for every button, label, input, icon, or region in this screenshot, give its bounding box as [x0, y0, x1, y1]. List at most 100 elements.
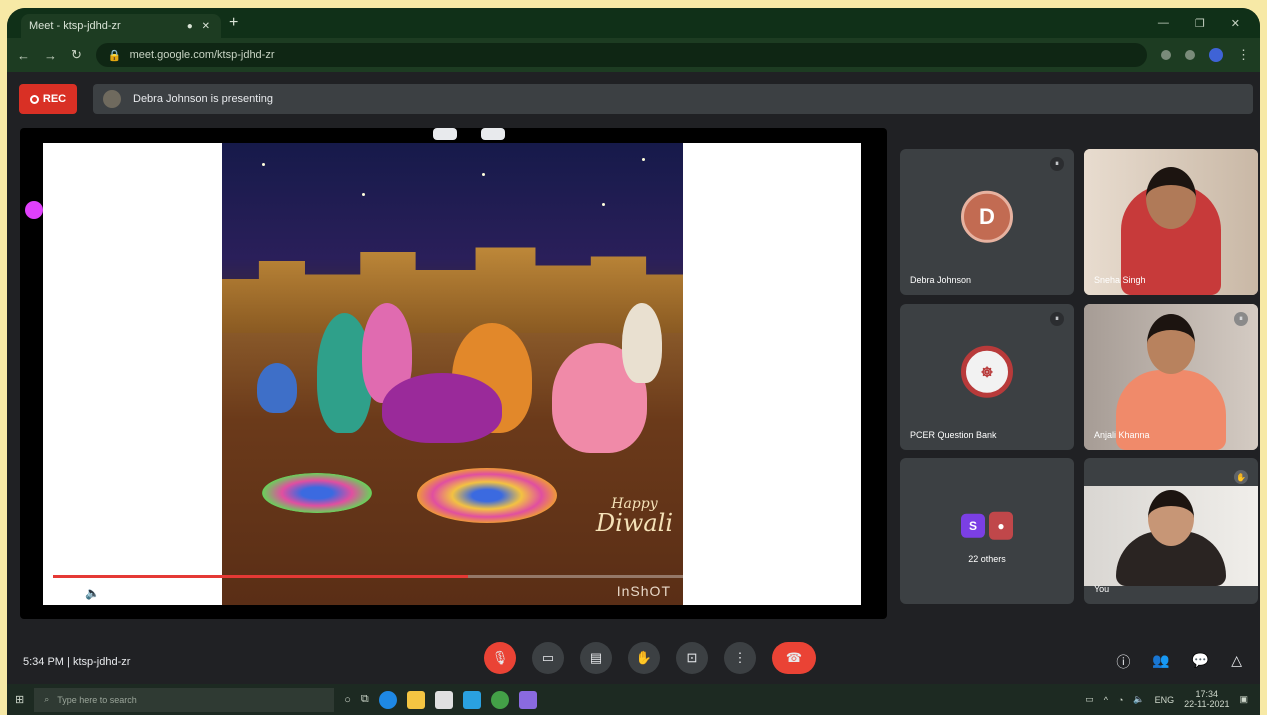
greeting-text: Happy Diwali	[596, 497, 673, 535]
windows-taskbar: ⊞ ⌕ Type here to search ○ ⧉ ▭ ^ ◔ 🔈 ENG …	[7, 684, 1260, 715]
close-icon[interactable]: ✕	[1231, 17, 1240, 30]
presenter-avatar	[103, 90, 121, 108]
menu-icon[interactable]: ⋮	[1237, 47, 1250, 63]
present-button[interactable]: ⊡	[676, 642, 708, 674]
camera-feed	[1084, 304, 1258, 450]
present-icon: ⊡	[686, 650, 698, 665]
participant-name: 22 others	[968, 554, 1006, 564]
file-explorer-icon[interactable]	[406, 690, 425, 709]
mic-off-icon: ⏸	[1050, 312, 1064, 326]
child-figure	[257, 363, 297, 413]
raise-hand-icon: ✋	[1234, 470, 1248, 484]
stage-top-icons	[433, 128, 505, 140]
leave-call-button[interactable]: ☎	[772, 642, 816, 674]
participant-name: Anjali Khanna	[1094, 430, 1150, 440]
browser-toolbar: ← → ↻ 🔒 meet.google.com/ktsp-jdhd-zr ⋮	[7, 38, 1260, 72]
back-icon[interactable]: ←	[17, 48, 30, 63]
video-controls-right: ▭ ⚙ ⛶	[801, 587, 849, 600]
video-controls-left: ❚❚ 🔈	[55, 586, 100, 600]
screen-frame: Meet - ktsp-jdhd-zr ● ✕ + — ❐ ✕ ← → ↻ 🔒 …	[7, 8, 1260, 715]
chrome-icon[interactable]	[490, 690, 509, 709]
hand-icon: ✋	[635, 650, 653, 665]
recording-badge: REC	[19, 84, 77, 114]
mic-off-icon: ⏸	[1234, 312, 1248, 326]
video-player[interactable]: Happy Diwali InShOT ❚❚ 🔈 ▭ ⚙ ⛶	[43, 143, 861, 605]
skirt-shape	[382, 373, 502, 443]
clock-date: 22-11-2021	[1184, 698, 1230, 709]
taskbar-clock[interactable]: 17:34 22-11-2021	[1184, 689, 1230, 710]
taskbar-search[interactable]: ⌕ Type here to search	[34, 687, 335, 712]
more-options-button[interactable]: ⋮	[724, 642, 756, 674]
info-icon[interactable]: ⓘ	[1116, 652, 1130, 672]
participant-tile[interactable]: ⏸ D Debra Johnson	[900, 149, 1074, 295]
others-photo: ●	[989, 511, 1013, 540]
meeting-info: 5:34 PM | ktsp-jdhd-zr	[23, 656, 130, 668]
language-icon[interactable]: ENG	[1155, 695, 1175, 705]
chevron-up-icon[interactable]: ^	[1104, 695, 1108, 705]
people-icon[interactable]: 👥	[1152, 652, 1169, 672]
settings-icon[interactable]: ⚙	[821, 587, 831, 600]
reload-icon[interactable]: ↻	[71, 47, 82, 63]
fullscreen-toggle-icon[interactable]: ⛶	[841, 587, 849, 600]
profile-icon[interactable]	[1209, 48, 1223, 62]
camera-feed	[1084, 149, 1258, 295]
meeting-time: 5:34 PM	[23, 656, 64, 668]
participant-tile[interactable]: Sneha Singh	[1084, 149, 1258, 295]
volume-icon[interactable]: 🔈	[85, 586, 100, 600]
maximize-icon[interactable]: ❐	[1195, 17, 1205, 30]
app-icon[interactable]	[518, 690, 537, 709]
activities-icon[interactable]: △	[1231, 652, 1242, 672]
forward-icon[interactable]: →	[44, 48, 57, 63]
raise-hand-button[interactable]: ✋	[628, 642, 660, 674]
tab-title: Meet - ktsp-jdhd-zr	[29, 20, 121, 32]
participant-tile[interactable]: ⏸ ☸ PCER Question Bank	[900, 304, 1074, 450]
plus-icon[interactable]: +	[229, 14, 238, 32]
rec-label: REC	[42, 93, 67, 105]
star	[482, 173, 485, 176]
star	[642, 158, 645, 161]
camera-toggle-button[interactable]: ▭	[532, 642, 564, 674]
man-figure	[622, 303, 662, 383]
presentation-stage[interactable]: Happy Diwali InShOT ❚❚ 🔈 ▭ ⚙ ⛶	[20, 128, 887, 619]
camera-indicator-icon[interactable]	[1161, 50, 1171, 60]
task-view-icon[interactable]: ⧉	[361, 693, 369, 706]
bookmark-icon[interactable]	[1185, 50, 1195, 60]
captions-icon[interactable]: ▭	[801, 587, 811, 600]
mail-icon[interactable]	[462, 690, 481, 709]
pointer-dot	[25, 201, 43, 219]
meeting-code: ktsp-jdhd-zr	[72, 656, 131, 668]
star	[602, 203, 605, 206]
pause-icon[interactable]: ❚❚	[55, 586, 75, 600]
star	[262, 163, 265, 166]
volume-tray-icon[interactable]: 🔈	[1133, 694, 1144, 705]
watermark: InShOT	[616, 583, 671, 599]
chat-icon[interactable]: 💬	[1192, 652, 1209, 672]
video-progress-bar[interactable]	[53, 575, 851, 578]
minimize-icon[interactable]: —	[1158, 17, 1169, 30]
mic-off-icon: 🎙	[491, 650, 509, 665]
participant-tile[interactable]: ⏸ Anjali Khanna	[1084, 304, 1258, 450]
notifications-icon[interactable]: ▣	[1239, 694, 1248, 705]
pin-icon[interactable]	[433, 128, 457, 140]
store-icon[interactable]	[434, 690, 453, 709]
participant-tile[interactable]: ✋ You	[1084, 458, 1258, 604]
network-icon[interactable]: ◔	[1118, 695, 1123, 705]
captions-button[interactable]: ▤	[580, 642, 612, 674]
lock-icon: 🔒	[107, 49, 122, 62]
fullscreen-icon[interactable]	[481, 128, 505, 140]
record-icon	[29, 94, 39, 104]
windows-start-icon[interactable]: ⊞	[15, 693, 24, 706]
camera-icon: ▭	[541, 650, 555, 665]
browser-tab[interactable]: Meet - ktsp-jdhd-zr ● ✕	[21, 14, 221, 38]
extensions-area: ⋮	[1161, 47, 1250, 63]
address-bar[interactable]: 🔒 meet.google.com/ktsp-jdhd-zr	[95, 43, 1147, 67]
edge-icon[interactable]	[378, 690, 397, 709]
tab-close-icon[interactable]: ● ✕	[187, 21, 213, 32]
cortana-icon[interactable]: ○	[344, 694, 351, 706]
person-head	[1147, 314, 1195, 374]
tray-app-icon[interactable]: ▭	[1085, 694, 1094, 705]
camera-feed	[1084, 486, 1258, 586]
mic-toggle-button[interactable]: 🎙	[484, 642, 516, 674]
participant-tile[interactable]: S ● 22 others	[900, 458, 1074, 604]
side-controls: ⓘ 👥 💬 △	[1116, 652, 1242, 672]
